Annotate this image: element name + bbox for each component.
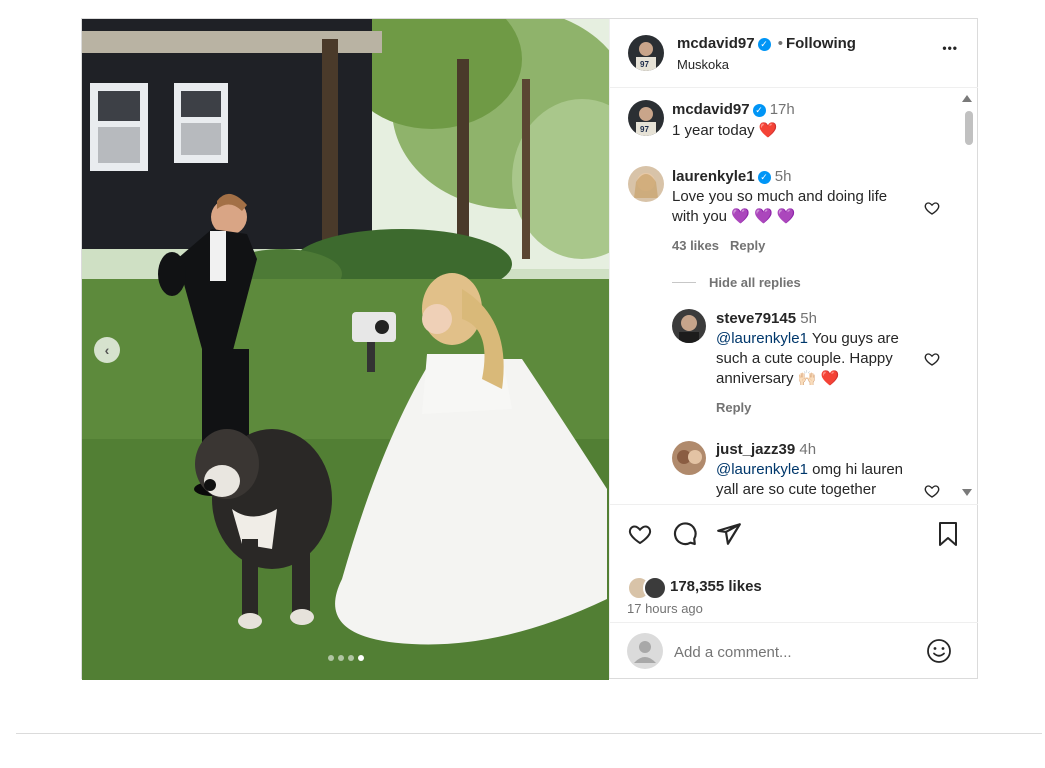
replies-divider xyxy=(672,282,696,283)
likes-count[interactable]: 178,355 likes xyxy=(670,578,762,595)
carousel-dot xyxy=(337,655,344,661)
emoji-icon[interactable] xyxy=(926,638,952,664)
reply-text-line2: yall are so cute together xyxy=(716,481,877,498)
reply-text-line1: @laurenkyle1 omg hi lauren xyxy=(716,460,903,480)
page-divider xyxy=(16,733,1042,734)
scroll-down-arrow-icon[interactable] xyxy=(962,489,972,496)
following-button[interactable]: Following xyxy=(786,35,856,52)
post-header: 97 mcdavid97 ✓ • Following Muskoka ••• xyxy=(610,19,978,88)
svg-text:97: 97 xyxy=(640,125,649,134)
comment-text-line2: with you 💜 💜 💜 xyxy=(672,207,796,227)
verified-badge-icon: ✓ xyxy=(757,38,771,51)
user-avatar-icon xyxy=(627,633,663,669)
caption-body: 1 year today xyxy=(672,122,755,139)
reply-header: just_jazz39 4h xyxy=(716,440,816,460)
post-location[interactable]: Muskoka xyxy=(677,57,729,72)
reply-text-part1: omg hi lauren xyxy=(812,461,904,478)
heart-icon[interactable] xyxy=(627,522,653,546)
svg-text:97: 97 xyxy=(640,60,649,69)
instagram-post: ‹ 97 mcdavid97✓ •Following Muskoka ••• xyxy=(81,18,978,680)
author-avatar[interactable]: 97 xyxy=(628,35,664,71)
hide-replies-button[interactable]: Hide all replies xyxy=(709,273,801,293)
comment-text-line2-body: with you xyxy=(672,208,728,225)
caption-username[interactable]: mcdavid97 xyxy=(672,101,750,118)
reply-avatar[interactable] xyxy=(672,441,706,475)
verified-badge-icon: ✓ xyxy=(752,104,766,117)
reply-reply-button[interactable]: Reply xyxy=(716,398,751,418)
reply-username[interactable]: steve79145 xyxy=(716,310,796,327)
caption-avatar[interactable]: 97 xyxy=(628,100,664,136)
comment-likes[interactable]: 43 likes xyxy=(672,236,719,256)
add-comment-bar xyxy=(610,622,978,679)
reply-header: steve79145 5h xyxy=(716,309,817,329)
caption-emoji: ❤️ xyxy=(758,122,778,139)
follow-separator: • xyxy=(777,35,783,52)
add-comment-input[interactable] xyxy=(672,639,896,665)
more-options-icon[interactable]: ••• xyxy=(942,41,958,55)
author-line: mcdavid97 ✓ • Following xyxy=(677,35,856,52)
like-reply-heart-icon[interactable] xyxy=(924,483,940,499)
comment-header: laurenkyle1 ✓ 5h xyxy=(672,167,791,187)
comments-list[interactable]: 97 mcdavid97 ✓ 17h 1 year today ❤️ lauren… xyxy=(610,88,978,503)
comment-text-line1: Love you so much and doing life xyxy=(672,188,888,205)
share-icon[interactable] xyxy=(716,521,742,547)
carousel-dot xyxy=(327,655,334,661)
comment-reply-button[interactable]: Reply xyxy=(730,236,765,256)
comment-avatar[interactable] xyxy=(628,166,664,202)
carousel-dots xyxy=(82,655,609,661)
author-username[interactable]: mcdavid97 xyxy=(677,35,755,52)
comment-username[interactable]: laurenkyle1 xyxy=(672,168,755,185)
caption-header: mcdavid97 ✓ 17h xyxy=(672,100,795,120)
caption-text: 1 year today ❤️ xyxy=(672,121,777,141)
like-reply-heart-icon[interactable] xyxy=(924,351,940,367)
chevron-left-icon: ‹ xyxy=(104,342,110,358)
reply-emoji: 🙌🏻 ❤️ xyxy=(797,370,840,387)
reply-text-line2: such a cute couple. Happy xyxy=(716,350,893,367)
liker-avatar xyxy=(643,576,667,600)
post-side-panel: 97 mcdavid97 ✓ • Following Muskoka ••• 97 … xyxy=(609,19,978,678)
caption-time: 17h xyxy=(769,101,795,118)
reply-time: 5h xyxy=(800,310,817,327)
reply-text-part1: You guys are xyxy=(811,330,899,347)
bookmark-icon[interactable] xyxy=(937,521,959,547)
carousel-dot-active xyxy=(357,655,364,661)
like-comment-heart-icon[interactable] xyxy=(924,200,940,216)
reply-username[interactable]: just_jazz39 xyxy=(716,441,795,458)
scroll-up-arrow-icon[interactable] xyxy=(962,95,972,102)
comments-scrollbar-thumb[interactable] xyxy=(965,111,973,145)
reply-avatar[interactable] xyxy=(672,309,706,343)
carousel-prev-button[interactable]: ‹ xyxy=(94,337,120,363)
post-photo xyxy=(82,19,609,680)
post-time-ago[interactable]: 17 hours ago xyxy=(627,601,703,616)
reply-time: 4h xyxy=(799,441,817,458)
comment-emoji: 💜 💜 💜 xyxy=(731,208,796,225)
reply-text-part3: anniversary xyxy=(716,370,794,387)
comment-icon[interactable] xyxy=(672,521,698,547)
carousel-dot xyxy=(347,655,354,661)
post-media[interactable]: ‹ xyxy=(82,19,609,680)
verified-badge-icon: ✓ xyxy=(757,171,771,184)
reply-text-line3: anniversary 🙌🏻 ❤️ xyxy=(716,369,839,389)
reply-mention-link[interactable]: @laurenkyle1 xyxy=(716,461,808,478)
reply-text-line1: @laurenkyle1 You guys are xyxy=(716,329,899,349)
reply-mention-link[interactable]: @laurenkyle1 xyxy=(716,330,808,347)
comment-time: 5h xyxy=(774,168,792,185)
